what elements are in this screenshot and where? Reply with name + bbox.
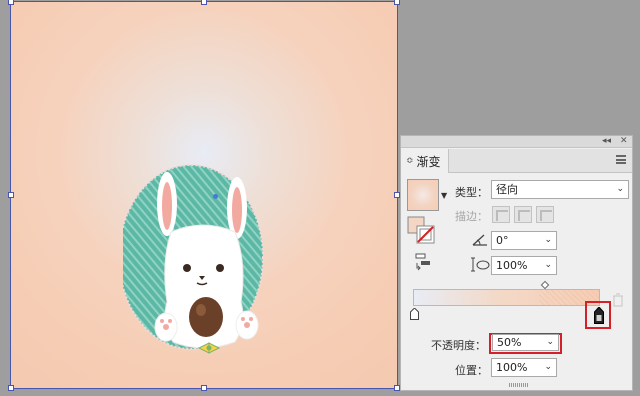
type-dropdown-value: 径向 xyxy=(496,183,518,196)
fill-stroke-swap-icon[interactable] xyxy=(407,216,437,246)
angle-input[interactable]: 0° ⌄ xyxy=(491,231,557,250)
opacity-value: 50% xyxy=(497,336,522,349)
selection-handle-top-right[interactable] xyxy=(394,0,400,5)
selected-stop-highlight xyxy=(585,301,611,329)
artboard-canvas[interactable] xyxy=(8,0,400,391)
gradient-panel: ◂◂ ✕ ≎ 渐变 ▼ 类型： 径向 ⌄ 描边： 0° ⌄ 100% ⌄ 不透明… xyxy=(400,135,633,391)
location-input[interactable]: 100% ⌄ xyxy=(491,358,557,377)
aspect-ratio-icon xyxy=(471,257,490,272)
type-label: 类型： xyxy=(455,186,488,199)
color-stop-icon[interactable] xyxy=(410,308,419,320)
reverse-gradient-icon[interactable] xyxy=(415,253,431,271)
bunny-illustration xyxy=(123,164,264,354)
close-panel-button[interactable]: ✕ xyxy=(620,135,628,147)
chevron-down-icon[interactable]: ⌄ xyxy=(544,257,552,274)
stroke-label: 描边： xyxy=(455,210,488,223)
bunny-eye-left xyxy=(183,264,191,272)
panel-menu-icon[interactable] xyxy=(616,155,626,164)
color-stop-icon[interactable] xyxy=(594,307,604,324)
angle-input-value: 0° xyxy=(496,234,509,247)
chevron-down-icon[interactable]: ⌄ xyxy=(544,359,552,376)
stroke-within-button[interactable] xyxy=(492,206,510,223)
gradient-swatch-icon[interactable] xyxy=(407,179,439,211)
gradient-center-point[interactable] xyxy=(213,194,218,199)
tab-gradient-label: 渐变 xyxy=(416,154,441,169)
delete-stop-icon[interactable] xyxy=(612,293,624,307)
collapse-panel-button[interactable]: ◂◂ xyxy=(602,135,611,147)
angle-icon xyxy=(472,234,487,246)
tab-gradient[interactable]: ≎ 渐变 xyxy=(401,149,449,173)
opacity-label: 不透明度： xyxy=(431,339,486,352)
aspect-ratio-value: 100% xyxy=(496,259,528,272)
selection-handle-top-left[interactable] xyxy=(8,0,14,5)
chevron-down-icon: ⌄ xyxy=(616,184,624,194)
location-value: 100% xyxy=(496,361,528,374)
panel-resize-grip[interactable] xyxy=(509,383,529,387)
swatch-dropdown-arrow[interactable]: ▼ xyxy=(441,191,447,200)
panel-tab-row: ≎ 渐变 xyxy=(401,149,632,173)
aspect-ratio-input[interactable]: 100% ⌄ xyxy=(491,256,557,275)
type-dropdown[interactable]: 径向 ⌄ xyxy=(491,180,629,199)
selection-handle-bottom-center[interactable] xyxy=(201,385,207,391)
bunny-eye-right xyxy=(216,264,224,272)
panel-title-bar[interactable]: ◂◂ ✕ xyxy=(401,136,632,148)
gradient-slider-bar[interactable] xyxy=(413,289,600,306)
selection-handle-middle-left[interactable] xyxy=(8,192,14,198)
chocolate-egg xyxy=(189,297,223,337)
tab-arrows-icon: ≎ xyxy=(406,156,414,166)
location-label: 位置： xyxy=(455,364,488,377)
opacity-input[interactable]: 50% ⌄ xyxy=(492,334,559,351)
selection-handle-top-center[interactable] xyxy=(201,0,207,5)
gradient-midpoint-handle[interactable] xyxy=(540,280,550,290)
stroke-along-button[interactable] xyxy=(514,206,532,223)
selection-handle-bottom-left[interactable] xyxy=(8,385,14,391)
chevron-down-icon[interactable]: ⌄ xyxy=(546,335,554,350)
stroke-across-button[interactable] xyxy=(536,206,554,223)
chevron-down-icon[interactable]: ⌄ xyxy=(544,232,552,249)
